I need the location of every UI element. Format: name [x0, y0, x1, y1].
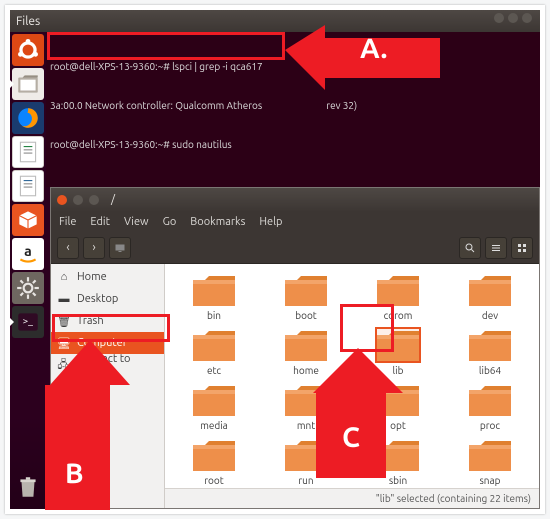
home-icon: ⌂ [57, 270, 71, 284]
folder-icon [467, 272, 513, 308]
menu-view[interactable]: View [124, 216, 149, 228]
menu-file[interactable]: File [59, 216, 76, 228]
software-icon[interactable] [12, 204, 44, 236]
folder-dev[interactable]: dev [445, 272, 535, 321]
annotation-arrow-b [30, 340, 150, 510]
folder-label: boot [295, 310, 316, 321]
close-icon[interactable] [57, 195, 67, 205]
terminal-icon[interactable]: >_ [12, 306, 44, 338]
window-controls [494, 13, 532, 23]
annotation-label-b: B [65, 458, 84, 489]
maximize-button[interactable] [508, 13, 518, 23]
folder-label: etc [207, 365, 221, 376]
highlight-box-computer [52, 314, 170, 342]
menu-bookmarks[interactable]: Bookmarks [190, 216, 245, 228]
folder-icon [191, 382, 237, 418]
folder-icon [191, 437, 237, 473]
folder-icon [375, 272, 421, 308]
highlight-box-lib [340, 304, 394, 352]
folder-label: lib64 [479, 365, 501, 376]
folder-label: root [204, 475, 223, 486]
close-button[interactable] [522, 13, 532, 23]
minimize-button[interactable] [494, 13, 504, 23]
folder-label: bin [207, 310, 221, 321]
folder-icon [467, 382, 513, 418]
folder-label: dev [482, 310, 498, 321]
menu-edit[interactable]: Edit [90, 216, 110, 228]
nautilus-menu: File Edit View Go Bookmarks Help [51, 212, 539, 232]
annotation-arrow-a [210, 20, 440, 120]
folder-icon [467, 437, 513, 473]
menu-help[interactable]: Help [259, 216, 282, 228]
folder-boot[interactable]: boot [261, 272, 351, 321]
nautilus-title: / [111, 194, 115, 206]
folder-media[interactable]: media [169, 382, 259, 431]
folder-bin[interactable]: bin [169, 272, 259, 321]
folder-etc[interactable]: etc [169, 327, 259, 376]
folder-lib64[interactable]: lib64 [445, 327, 535, 376]
back-button[interactable]: ‹ [57, 237, 79, 259]
status-bar: "lib" selected (containing 22 items) [165, 488, 539, 508]
annotation-arrow-c [298, 348, 418, 478]
folder-label: snap [479, 475, 500, 486]
svg-text:>_: >_ [23, 315, 33, 326]
folder-icon [283, 272, 329, 308]
forward-button[interactable]: › [83, 237, 105, 259]
svg-text:a: a [24, 243, 32, 259]
search-icon[interactable] [459, 237, 481, 259]
amazon-icon[interactable]: a [12, 238, 44, 270]
files-icon[interactable] [12, 68, 44, 100]
annotation-label-c: C [342, 422, 360, 453]
folder-icon [467, 327, 513, 363]
folder-icon [191, 272, 237, 308]
terminal-line: root@dell-XPS-13-9360:~# sudo nautilus [50, 138, 536, 151]
settings-icon[interactable] [12, 272, 44, 304]
desktop-icon: ▬ [57, 292, 71, 306]
menu-go[interactable]: Go [163, 216, 177, 228]
grid-view-icon[interactable] [511, 237, 533, 259]
sidebar-item-desktop[interactable]: ▬Desktop [51, 288, 164, 310]
annotation-label-a: A. [360, 33, 387, 64]
computer-path-button[interactable] [109, 237, 131, 259]
dash-icon[interactable] [12, 34, 44, 66]
writer-icon[interactable] [12, 170, 44, 202]
list-view-icon[interactable] [485, 237, 507, 259]
nautilus-titlebar: / [51, 188, 539, 212]
folder-root[interactable]: root [169, 437, 259, 486]
folder-label: proc [480, 420, 500, 431]
window-title: Files [16, 15, 40, 28]
minimize-icon[interactable] [73, 195, 83, 205]
document-icon[interactable] [12, 136, 44, 168]
sidebar-item-home[interactable]: ⌂Home [51, 266, 164, 288]
folder-label: media [200, 420, 228, 431]
firefox-icon[interactable] [12, 102, 44, 134]
folder-icon [191, 327, 237, 363]
nautilus-toolbar: ‹ › [51, 232, 539, 264]
maximize-icon[interactable] [89, 195, 99, 205]
folder-proc[interactable]: proc [445, 382, 535, 431]
folder-snap[interactable]: snap [445, 437, 535, 486]
